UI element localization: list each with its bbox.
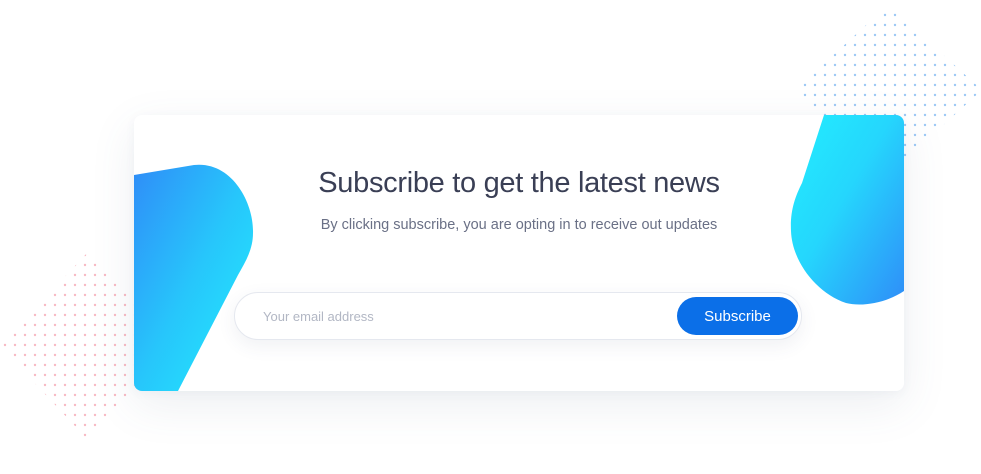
- email-input[interactable]: [263, 293, 663, 339]
- newsletter-subtitle: By clicking subscribe, you are opting in…: [320, 217, 718, 233]
- subscribe-form: Subscribe: [234, 292, 802, 340]
- right-gradient-blob: [790, 115, 904, 305]
- subscribe-button[interactable]: Subscribe: [677, 297, 798, 335]
- newsletter-page: Subscribe to get the latest news By clic…: [0, 0, 981, 474]
- card-background-blobs: [134, 115, 904, 391]
- newsletter-card: Subscribe to get the latest news By clic…: [134, 115, 904, 391]
- newsletter-title: Subscribe to get the latest news: [318, 167, 720, 199]
